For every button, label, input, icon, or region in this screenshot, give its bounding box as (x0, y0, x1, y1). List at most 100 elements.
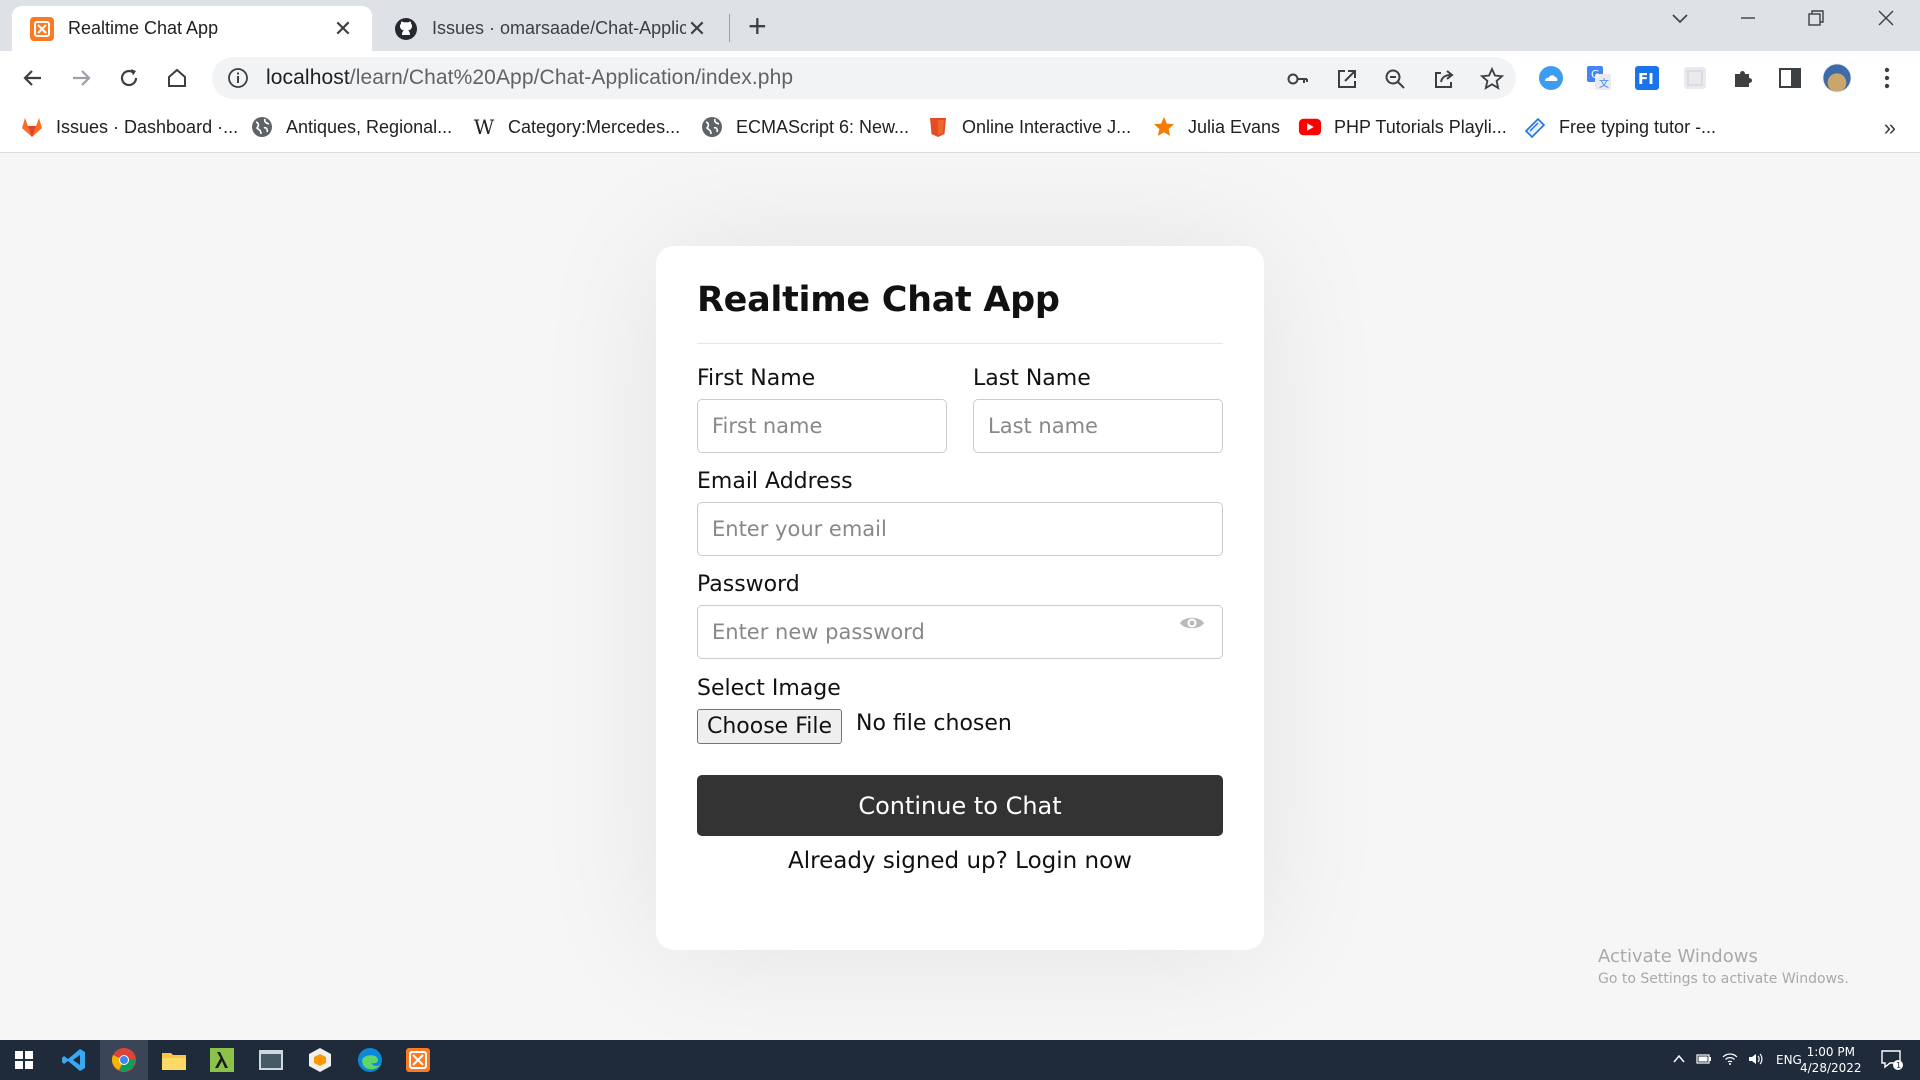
close-icon[interactable]: ✕ (686, 16, 708, 42)
clock[interactable]: 1:00 PM 4/28/2022 (1800, 1044, 1862, 1076)
bookmark-item[interactable]: Julia Evans (1152, 115, 1280, 139)
notification-icon[interactable]: 1 (1868, 1040, 1916, 1080)
zoom-out-icon[interactable] (1382, 66, 1408, 92)
share-icon[interactable] (1431, 66, 1457, 92)
translate-extension-icon[interactable]: G文 (1584, 63, 1614, 93)
input-language[interactable]: ENG (1776, 1053, 1802, 1067)
xampp-taskbar-icon[interactable] (394, 1040, 442, 1080)
bookmark-star-icon[interactable] (1479, 66, 1505, 92)
system-tray: ENG (1672, 1040, 1802, 1080)
password-input[interactable] (697, 605, 1223, 659)
url-text: localhost/learn/Chat%20App/Chat-Applicat… (266, 66, 793, 90)
chevron-up-icon[interactable] (1672, 1052, 1686, 1069)
cloud-extension-icon[interactable] (1536, 63, 1566, 93)
bookmark-label: Antiques, Regional... (286, 116, 453, 137)
lambda-app-icon[interactable] (198, 1040, 246, 1080)
new-tab-icon[interactable]: + (748, 8, 767, 45)
first-name-input[interactable] (697, 399, 947, 453)
login-prompt: Already signed up? Login now (656, 848, 1264, 874)
bookmark-label: PHP Tutorials Playli... (1334, 116, 1507, 137)
bookmark-item[interactable]: Issues · Dashboard ·... (20, 115, 238, 139)
volume-icon[interactable] (1748, 1052, 1764, 1069)
gitlab-icon (20, 115, 44, 139)
page-title: Realtime Chat App (697, 280, 1060, 320)
url-host: localhost (266, 66, 350, 89)
github-icon (394, 17, 418, 41)
open-in-app-icon[interactable] (1334, 66, 1360, 92)
vscode-icon[interactable] (50, 1040, 98, 1080)
clock-date: 4/28/2022 (1800, 1061, 1862, 1075)
kebab-menu-icon[interactable] (1872, 63, 1902, 93)
browser-toolbar: localhost/learn/Chat%20App/Chat-Applicat… (0, 51, 1920, 105)
globe-icon (250, 115, 274, 139)
bookmark-label: Free typing tutor -... (1559, 116, 1717, 137)
tab-realtime-chat[interactable]: Realtime Chat App ✕ (12, 6, 372, 51)
chrome-taskbar-icon[interactable] (100, 1040, 148, 1080)
activate-windows-watermark: Activate Windows Go to Settings to activ… (1598, 946, 1849, 987)
file-explorer-icon[interactable] (150, 1040, 198, 1080)
bookmark-item[interactable]: PHP Tutorials Playli... (1298, 115, 1507, 139)
bookmark-item[interactable]: Online Interactive J... (926, 115, 1131, 139)
bookmark-label: Category:Mercedes... (508, 116, 681, 137)
bookmark-label: Julia Evans (1188, 116, 1281, 137)
restore-icon[interactable] (1796, 8, 1836, 34)
profile-avatar[interactable] (1822, 63, 1852, 93)
reload-icon[interactable] (112, 61, 146, 95)
forward-icon[interactable] (64, 61, 98, 95)
title-divider (697, 343, 1223, 344)
bookmark-item[interactable]: Free typing tutor -... (1523, 115, 1716, 139)
page-content: Realtime Chat App First Name Last Name E… (0, 153, 1920, 1040)
continue-to-chat-button[interactable]: Continue to Chat (697, 775, 1223, 836)
terminal-icon[interactable] (247, 1040, 295, 1080)
password-label: Password (697, 572, 800, 597)
close-window-icon[interactable] (1866, 8, 1906, 34)
minimize-icon[interactable] (1728, 8, 1768, 34)
key-icon[interactable] (1285, 66, 1311, 92)
hexagon-app-icon[interactable] (296, 1040, 344, 1080)
eye-icon[interactable] (1178, 609, 1206, 637)
windows-start-icon[interactable] (0, 1040, 48, 1080)
clock-time: 1:00 PM (1806, 1045, 1855, 1059)
home-icon[interactable] (160, 61, 194, 95)
star-icon (1152, 115, 1176, 139)
svg-text:文: 文 (1599, 77, 1609, 90)
edge-icon[interactable] (346, 1040, 394, 1080)
shield-icon (926, 115, 950, 139)
globe-icon (700, 115, 724, 139)
tab-separator (729, 14, 730, 42)
tab-github-issues[interactable]: Issues · omarsaade/Chat-Applica ✕ (376, 6, 726, 51)
fi-extension-icon[interactable]: FI (1632, 63, 1662, 93)
wifi-icon[interactable] (1722, 1052, 1738, 1069)
bookmark-item[interactable]: ECMAScript 6: New... (700, 115, 909, 139)
bookmark-label: ECMAScript 6: New... (736, 116, 910, 137)
info-icon[interactable] (226, 66, 250, 90)
bookmark-label: Online Interactive J... (962, 116, 1132, 137)
tab-search-icon[interactable] (1660, 8, 1700, 34)
bookmark-item[interactable]: Antiques, Regional... (250, 115, 452, 139)
xampp-icon (30, 16, 54, 41)
back-icon[interactable] (16, 61, 50, 95)
wikipedia-icon: W (473, 115, 495, 139)
last-name-input[interactable] (973, 399, 1223, 453)
file-status: No file chosen (856, 711, 1012, 736)
watermark-title: Activate Windows (1598, 946, 1758, 967)
side-panel-icon[interactable] (1775, 63, 1805, 93)
more-bookmarks-icon[interactable]: » (1884, 115, 1896, 141)
bookmark-label: Issues · Dashboard ·... (56, 116, 239, 137)
watermark-subtitle: Go to Settings to activate Windows. (1598, 971, 1849, 987)
keyboard-icon (1523, 115, 1547, 139)
address-bar[interactable]: localhost/learn/Chat%20App/Chat-Applicat… (212, 57, 1516, 99)
tab-strip: Realtime Chat App ✕ Issues · omarsaade/C… (0, 0, 1920, 51)
grid-extension-icon[interactable] (1680, 63, 1710, 93)
signup-card: Realtime Chat App First Name Last Name E… (656, 246, 1264, 950)
extensions-puzzle-icon[interactable] (1728, 63, 1758, 93)
svg-text:FI: FI (1638, 70, 1654, 88)
battery-icon[interactable] (1696, 1052, 1712, 1069)
taskbar: ENG 1:00 PM 4/28/2022 1 (0, 1040, 1920, 1080)
close-icon[interactable]: ✕ (332, 16, 354, 42)
bookmark-item[interactable]: W Category:Mercedes... (472, 115, 680, 139)
notification-count: 1 (1896, 1061, 1901, 1070)
choose-file-button[interactable]: Choose File (697, 709, 842, 744)
email-input[interactable] (697, 502, 1223, 556)
login-link[interactable]: Login now (1015, 848, 1132, 874)
